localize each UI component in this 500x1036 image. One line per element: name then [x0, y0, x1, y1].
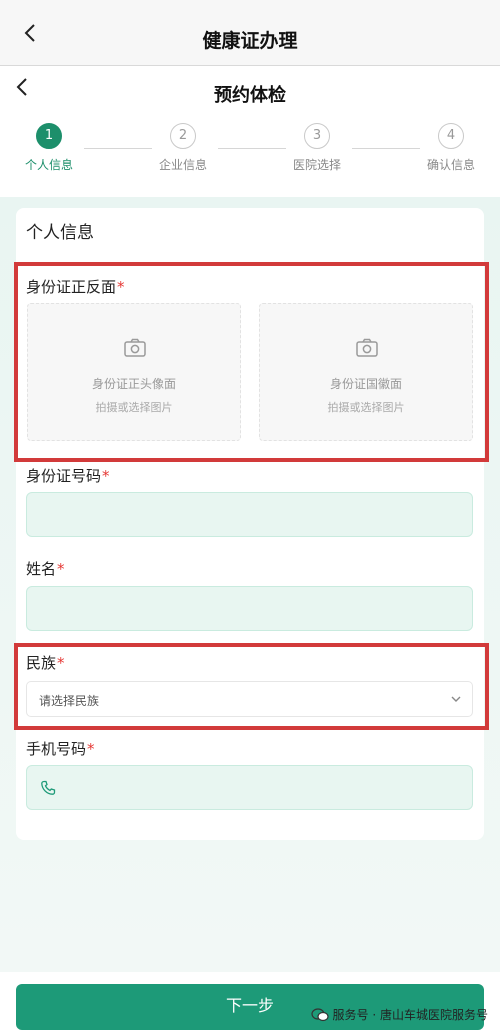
step-label: 企业信息 — [158, 158, 207, 172]
highlight-box — [14, 643, 489, 730]
step-connector — [84, 148, 152, 149]
step-indicator: 1 个人信息 2 企业信息 3 医院选择 4 确认信息 — [0, 117, 500, 197]
step-label: 确认信息 — [426, 158, 475, 172]
top-nav-bar: 健康证办理 — [0, 0, 500, 66]
step-4: 4 确认信息 — [416, 123, 486, 173]
step-2: 2 企业信息 — [148, 123, 218, 173]
required-mark: * — [102, 467, 110, 485]
phone-label: 手机号码* — [26, 740, 95, 758]
step-label: 医院选择 — [292, 158, 341, 172]
step-connector — [352, 148, 420, 149]
watermark-text: 服务号 · 唐山车城医院服务号 — [332, 1008, 488, 1022]
section-title: 个人信息 — [26, 223, 94, 243]
step-number: 3 — [304, 123, 330, 149]
step-1: 1 个人信息 — [14, 123, 84, 173]
step-label: 个人信息 — [24, 158, 73, 172]
highlight-box — [14, 262, 489, 462]
page-header: 预约体检 — [0, 67, 500, 117]
step-3: 3 医院选择 — [282, 123, 352, 173]
wechat-icon — [310, 1007, 329, 1021]
watermark: 服务号 · 唐山车城医院服务号 — [310, 1006, 488, 1023]
step-number: 2 — [170, 123, 196, 149]
id-number-label: 身份证号码* — [26, 467, 110, 485]
phone-icon — [41, 780, 56, 795]
step-number: 4 — [438, 123, 464, 149]
required-mark: * — [57, 560, 65, 578]
name-input[interactable] — [26, 586, 473, 631]
page-title: 预约体检 — [214, 85, 286, 106]
app-title: 健康证办理 — [202, 30, 298, 52]
required-mark: * — [87, 740, 95, 758]
phone-input[interactable] — [26, 765, 473, 810]
step-number: 1 — [36, 123, 62, 149]
id-number-input[interactable] — [26, 492, 473, 537]
step-connector — [218, 148, 286, 149]
name-label: 姓名* — [26, 560, 65, 578]
